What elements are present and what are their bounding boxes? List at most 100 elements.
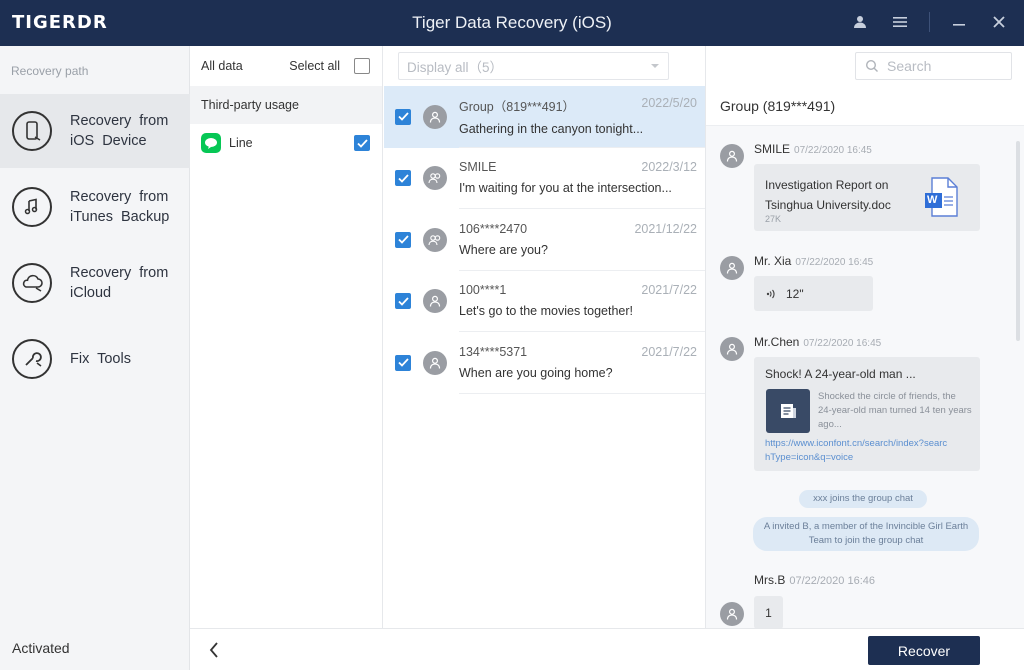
doc-badge: W: [927, 194, 938, 206]
text-bubble[interactable]: 1: [754, 596, 783, 628]
chat-detail-panel: Group (819***491) SMILE 07/22/2020 16:45 …: [706, 86, 1024, 628]
sidebar: Recovery path Recovery from iOS Device R…: [0, 46, 190, 670]
window-controls: [849, 11, 1010, 33]
conversation-date: 2022/5/20: [641, 96, 697, 111]
data-type-header: All data Select all: [190, 46, 382, 86]
data-type-line[interactable]: Line: [190, 124, 382, 162]
conversation-date: 2022/3/12: [641, 160, 697, 175]
conversation-checkbox[interactable]: [395, 108, 411, 125]
file-bubble[interactable]: Investigation Report on Tsinghua Univers…: [754, 164, 980, 231]
message-time: 07/22/2020 16:45: [803, 338, 882, 349]
conversation-date: 2021/12/22: [634, 221, 697, 236]
sidebar-item-label: Recovery from iCloud: [70, 265, 169, 301]
file-size: 27K: [765, 214, 782, 224]
link-bubble[interactable]: Shock! A 24-year-old man ... Shocked the…: [754, 357, 980, 471]
conversation-name: 134****5371: [459, 344, 528, 359]
chat-title: Group (819***491): [706, 86, 1024, 126]
word-doc-icon: W: [924, 177, 958, 217]
activation-status: Activated: [12, 640, 70, 656]
system-notice: A invited B, a member of the Invincible …: [753, 517, 979, 551]
conversation-checkbox[interactable]: [395, 170, 411, 187]
conversation-row[interactable]: 106****2470 2021/12/22 Where are you?: [384, 209, 705, 271]
sender-name: SMILE: [754, 142, 791, 156]
phone-icon: [12, 111, 52, 151]
back-button[interactable]: [204, 639, 224, 661]
conversation-checkbox[interactable]: [395, 231, 411, 248]
all-data-label: All data: [201, 59, 243, 73]
menu-icon[interactable]: [889, 11, 911, 33]
close-icon[interactable]: [988, 11, 1010, 33]
avatar: [720, 256, 744, 280]
message-time: 07/22/2020 16:45: [795, 257, 874, 268]
toolbar-divider: [929, 12, 930, 32]
search-input[interactable]: Search: [855, 52, 1012, 80]
message-time: 07/22/2020 16:45: [794, 145, 872, 156]
conversation-preview: Gathering in the canyon tonight...: [459, 122, 644, 137]
chat-scrollbar[interactable]: [1016, 141, 1020, 341]
avatar: [423, 350, 447, 375]
select-all-checkbox[interactable]: [354, 58, 370, 74]
conversation-preview: Let's go to the movies together!: [459, 304, 634, 319]
avatar: [423, 289, 447, 314]
file-name: Investigation Report on Tsinghua Univers…: [765, 178, 891, 212]
conversation-list-panel: Display all（5） Group（819***491） 2022/5/20…: [384, 46, 706, 628]
recovery-path-label: Recovery path: [11, 64, 89, 78]
sender-name: Mrs.B: [754, 573, 786, 587]
data-type-panel: All data Select all Third-party usage Li…: [190, 46, 383, 628]
sidebar-item-fix-tools[interactable]: Fix Tools: [0, 322, 190, 396]
conversation-preview: When are you going home?: [459, 365, 613, 380]
title-bar: TIGERDR Tiger Data Recovery (iOS): [0, 0, 1024, 46]
conversation-name: 106****2470: [459, 221, 528, 236]
conversation-checkbox[interactable]: [395, 354, 411, 371]
conversation-row[interactable]: 100****1 2021/7/22 Let's go to the movies…: [384, 271, 705, 332]
line-checkbox[interactable]: [354, 135, 370, 151]
recover-button[interactable]: Recover: [868, 636, 980, 665]
conversation-row[interactable]: Group（819***491） 2022/5/20 Gathering in t…: [384, 86, 705, 148]
group-avatar: [423, 166, 447, 191]
sidebar-item-label: Recovery from iOS Device: [70, 113, 169, 149]
voice-bubble[interactable]: 12": [754, 276, 873, 311]
select-all-label: Select all: [289, 59, 340, 73]
link-title: Shock! A 24-year-old man ...: [765, 367, 916, 381]
conversation-date: 2021/7/22: [641, 344, 697, 359]
section-third-party: Third-party usage: [190, 86, 382, 124]
chevron-down-icon: [651, 64, 659, 68]
sidebar-item-label: Recovery from iTunes Backup: [70, 189, 170, 225]
group-avatar: [423, 227, 447, 252]
music-note-icon: [12, 187, 52, 227]
link-url[interactable]: https://www.iconfont.cn/search/index?sea…: [765, 437, 951, 465]
sender-name: Mr.Chen: [754, 335, 800, 349]
avatar: [720, 602, 744, 626]
display-filter-value: Display all（5）: [407, 60, 504, 75]
sidebar-item-ios-device[interactable]: Recovery from iOS Device: [0, 94, 190, 168]
conversation-row[interactable]: 134****5371 2021/7/22 When are you going …: [384, 332, 705, 394]
minimize-icon[interactable]: [948, 11, 970, 33]
sidebar-item-icloud[interactable]: Recovery from iCloud: [0, 246, 190, 320]
line-app-icon: [201, 133, 221, 153]
article-icon: [766, 389, 810, 433]
conversation-date: 2021/7/22: [641, 283, 697, 298]
conversation-row[interactable]: SMILE 2022/3/12 I'm waiting for you at th…: [384, 148, 705, 209]
bottom-bar: Recover: [190, 628, 1024, 670]
user-icon[interactable]: [849, 11, 871, 33]
conversation-name: SMILE: [459, 160, 497, 175]
message-time: 07/22/2020 16:46: [789, 575, 875, 587]
system-notice: xxx joins the group chat: [799, 490, 927, 508]
display-filter-dropdown[interactable]: Display all（5）: [398, 52, 669, 80]
avatar: [720, 337, 744, 361]
sidebar-item-itunes-backup[interactable]: Recovery from iTunes Backup: [0, 170, 190, 244]
sidebar-item-label: Fix Tools: [70, 351, 131, 367]
conversation-checkbox[interactable]: [395, 293, 411, 310]
voice-duration: 12": [786, 286, 804, 301]
conversation-preview: I'm waiting for you at the intersection.…: [459, 181, 672, 196]
voice-icon: [766, 289, 775, 298]
chevron-left-icon: [209, 642, 218, 658]
conversation-name: Group（819***491）: [459, 100, 576, 115]
avatar: [720, 144, 744, 168]
link-description: Shocked the circle of friends, the 24-ye…: [818, 391, 972, 430]
conversation-preview: Where are you?: [459, 242, 548, 257]
wrench-icon: [12, 339, 52, 379]
avatar: [423, 104, 447, 129]
search-icon: [865, 59, 878, 72]
conversation-name: 100****1: [459, 283, 507, 298]
